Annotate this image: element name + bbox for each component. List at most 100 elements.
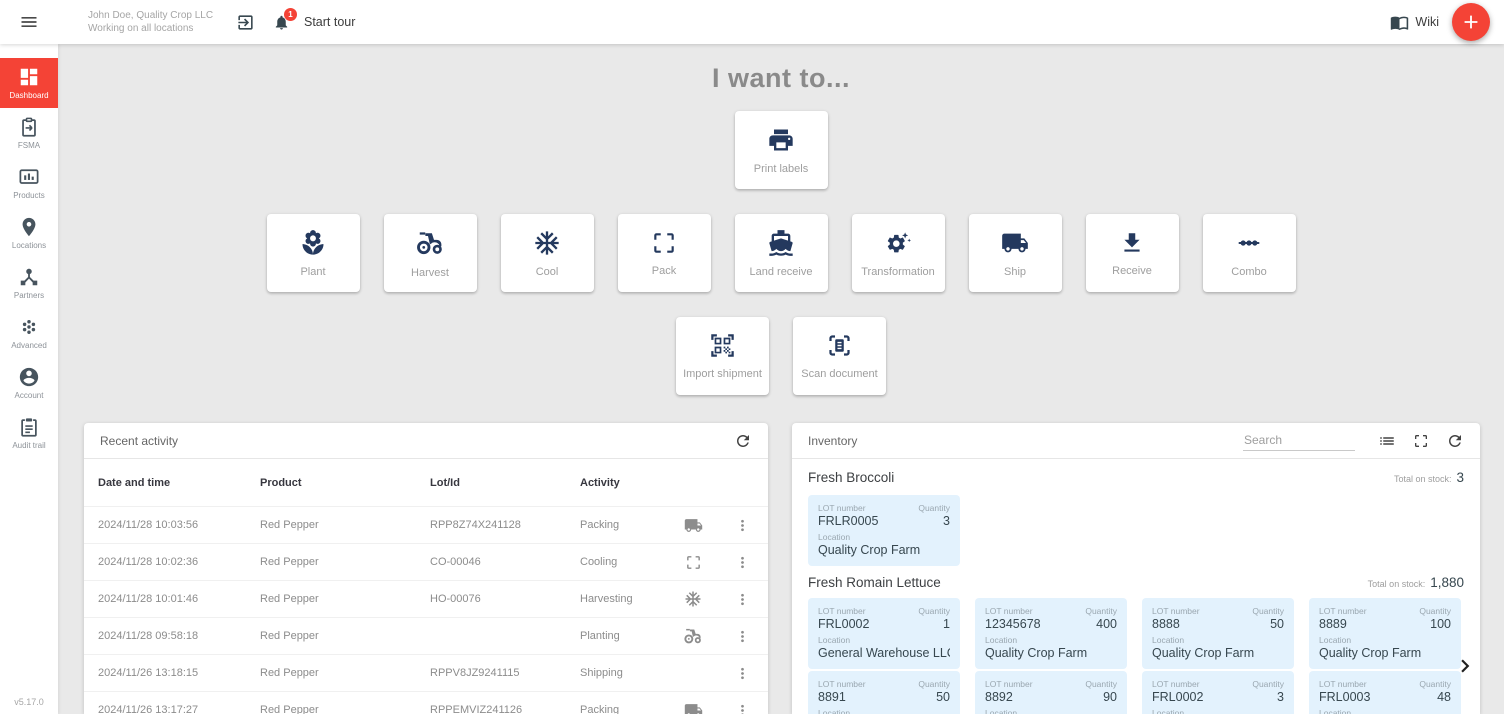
corner-brackets-icon [651,230,677,256]
quantity-value: 90 [1103,690,1117,704]
sidebar-item-label: Advanced [11,341,47,350]
harvest-card[interactable]: Harvest [384,214,477,292]
sidebar-item-products[interactable]: Products [0,158,58,208]
sidebar-item-label: FSMA [18,141,40,150]
print-labels-card[interactable]: Print labels [735,111,828,189]
row-menu-button[interactable] [730,554,754,571]
lot-card[interactable]: LOT number Quantity FRL0002 3 Location [1142,671,1294,714]
scroll-right-button[interactable] [1452,653,1478,679]
kebab-icon [734,554,751,571]
row-menu-button[interactable] [730,665,754,682]
land-receive-card[interactable]: Land receive [735,214,828,292]
cool-card[interactable]: Cool [501,214,594,292]
truck-icon[interactable] [684,516,703,535]
row-menu-button[interactable] [730,517,754,534]
sidebar-item-partners[interactable]: Partners [0,258,58,308]
transformation-card[interactable]: Transformation [852,214,945,292]
plant-card[interactable]: Plant [267,214,360,292]
quantity-label: Quantity [918,606,950,616]
app-version: v5.17.0 [0,697,58,714]
corner-brackets-icon[interactable] [685,554,702,571]
start-tour-link[interactable]: Start tour [304,15,355,29]
list-icon [1378,432,1396,450]
lot-card-list: LOT number Quantity FRL0002 1 Location G… [808,598,1464,714]
quantity-value: 3 [943,514,950,528]
action-label: Cool [536,266,559,278]
list-view-button[interactable] [1378,432,1396,450]
total-on-stock-value: 3 [1456,470,1464,485]
refresh-icon [1446,432,1464,450]
location-label: Location [985,708,1117,714]
location-label: Location [818,635,950,645]
location-value: Quality Crop Farm [1319,646,1451,660]
action-label: Import shipment [683,368,762,380]
expand-button[interactable] [1413,433,1429,449]
lot-number-label: LOT number [985,679,1033,689]
row-menu-button[interactable] [730,628,754,645]
lot-card[interactable]: LOT number Quantity 12345678 400 Locatio… [975,598,1127,669]
wiki-label: Wiki [1415,15,1439,29]
menu-button[interactable] [0,0,58,44]
add-button[interactable] [1452,3,1490,41]
sidebar-item-advanced[interactable]: Advanced [0,308,58,358]
lot-card[interactable]: LOT number Quantity FRL0003 48 Location [1309,671,1461,714]
lot-card[interactable]: LOT number Quantity 8891 50 Location [808,671,960,714]
inventory-group-header: Fresh Broccoli Total on stock: 3 [808,459,1464,495]
refresh-button[interactable] [1446,432,1464,450]
action-label: Pack [652,265,676,277]
lot-card[interactable]: LOT number Quantity FRL0002 1 Location G… [808,598,960,669]
import-shipment-card[interactable]: Import shipment [676,317,769,395]
column-lot: Lot/Id [430,477,580,489]
location-label: Location [1319,708,1451,714]
table-header: Date and time Product Lot/Id Activity [84,459,768,506]
inventory-group-header: Fresh Romain Lettuce Total on stock: 1,8… [808,566,1464,598]
lot-number-value: 8892 [985,690,1013,704]
pack-card[interactable]: Pack [618,214,711,292]
sidebar-item-locations[interactable]: Locations [0,208,58,258]
sidebar-item-audit-trail[interactable]: Audit trail [0,408,58,458]
person-circle-icon [18,366,40,388]
user-location: Working on all locations [88,22,218,35]
sidebar-item-label: Dashboard [9,91,48,100]
notifications-button[interactable]: 1 [273,14,290,31]
action-label: Ship [1004,266,1026,278]
truck-icon[interactable] [684,701,703,714]
download-icon [1119,230,1145,256]
row-menu-button[interactable] [730,591,754,608]
column-product: Product [260,477,430,489]
sidebar-item-account[interactable]: Account [0,358,58,408]
combo-card[interactable]: Combo [1203,214,1296,292]
refresh-button[interactable] [734,432,752,450]
tractor-icon[interactable] [683,626,703,646]
column-activity: Activity [580,477,672,489]
quantity-value: 400 [1096,617,1117,631]
quantity-label: Quantity [918,503,950,513]
quantity-value: 50 [936,690,950,704]
quantity-value: 48 [1437,690,1451,704]
lot-number-value: FRL0002 [818,617,869,631]
book-icon [1390,13,1409,32]
lot-number-value: 12345678 [985,617,1041,631]
sidebar-item-dashboard[interactable]: Dashboard [0,58,58,108]
snowflake-icon[interactable] [684,590,702,608]
location-label: Location [1152,708,1284,714]
kebab-icon [734,517,751,534]
lot-card[interactable]: LOT number Quantity 8892 90 Location [975,671,1127,714]
receive-card[interactable]: Receive [1086,214,1179,292]
lot-card[interactable]: LOT number Quantity 8888 50 Location Qua… [1142,598,1294,669]
lot-card[interactable]: LOT number Quantity FRLR0005 3 Location … [808,495,960,566]
lot-card[interactable]: LOT number Quantity 8889 100 Location Qu… [1309,598,1461,669]
scan-document-card[interactable]: Scan document [793,317,886,395]
row-menu-button[interactable] [730,702,754,714]
location-value: Quality Crop Farm [985,646,1117,660]
sidebar-item-fsma[interactable]: FSMA [0,108,58,158]
switch-location-button[interactable] [236,13,255,32]
wiki-link[interactable]: Wiki [1390,13,1439,32]
kebab-icon [734,628,751,645]
ship-card[interactable]: Ship [969,214,1062,292]
location-label: Location [1319,635,1451,645]
search-input[interactable] [1243,430,1355,451]
product-group-name: Fresh Romain Lettuce [808,575,941,590]
kebab-icon [734,665,751,682]
sidebar-item-label: Partners [14,291,44,300]
